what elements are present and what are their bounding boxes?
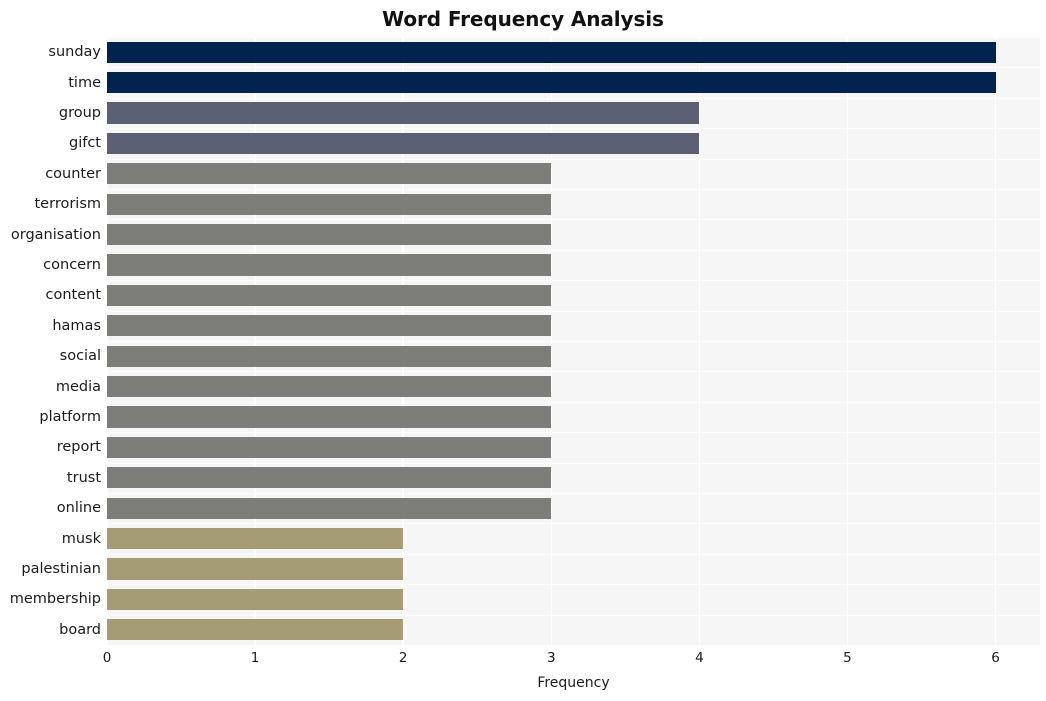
bar — [107, 102, 700, 124]
bar — [107, 558, 404, 580]
bar — [107, 436, 552, 459]
bar — [107, 527, 404, 550]
gridline-y-8 — [107, 280, 1040, 282]
bar — [107, 345, 552, 367]
y-tick-label: social — [59, 348, 101, 365]
gridline-y-16 — [107, 523, 1040, 525]
x-tick-label: 5 — [843, 650, 852, 666]
gridline-y-17 — [107, 553, 1040, 555]
bar — [107, 467, 552, 489]
bar — [107, 588, 404, 611]
y-tick-label: trust — [66, 469, 101, 486]
bar — [107, 254, 552, 276]
gridline-y-11 — [107, 371, 1040, 373]
bar — [107, 223, 552, 246]
x-tick-label: 4 — [695, 650, 704, 666]
y-tick-label: concern — [43, 257, 101, 273]
bar — [107, 71, 996, 94]
y-tick-label: report — [56, 439, 101, 456]
bar — [107, 193, 552, 215]
y-tick-label: organisation — [10, 226, 101, 243]
gridline-y-5 — [107, 189, 1040, 190]
bar — [107, 375, 552, 398]
y-tick-label: musk — [61, 530, 101, 547]
y-tick-label: group — [58, 105, 101, 121]
y-tick-label: board — [59, 621, 101, 638]
gridline-y-1 — [107, 67, 1040, 69]
y-tick-label: gifct — [69, 135, 101, 152]
x-axis-label: Frequency — [537, 675, 610, 691]
bar — [107, 284, 552, 307]
x-tick-label: 1 — [250, 650, 260, 666]
y-tick-label: online — [56, 500, 101, 517]
bar — [107, 41, 996, 63]
bar — [107, 315, 552, 337]
y-tick-label: membership — [9, 591, 101, 608]
gridline-y-9 — [107, 310, 1040, 312]
bar — [107, 497, 552, 519]
gridline-y-13 — [107, 432, 1040, 434]
gridline-y-10 — [107, 341, 1040, 342]
gridline-y-4 — [107, 158, 1040, 160]
y-tick-label: content — [45, 287, 101, 304]
y-tick-label: time — [68, 74, 101, 91]
y-tick-label: platform — [39, 409, 101, 425]
bar — [107, 406, 552, 428]
gridline-y-14 — [107, 462, 1040, 464]
y-tick-label: palestinian — [21, 561, 101, 577]
y-tick-label: hamas — [52, 317, 101, 334]
y-tick-label: terrorism — [34, 196, 102, 213]
gridline-y-12 — [107, 401, 1040, 403]
gridline-y-0 — [107, 37, 1040, 38]
y-tick-label: sunday — [48, 44, 101, 61]
chart-figure: Word Frequency Analysis sunday time group g… — [0, 0, 1046, 701]
gridline-y-15 — [107, 493, 1040, 494]
bar — [107, 163, 552, 185]
gridline-y-3 — [107, 128, 1040, 130]
plot-area — [107, 37, 1040, 645]
gridline-y-6 — [107, 219, 1040, 221]
bar — [107, 132, 700, 155]
x-tick-label: 3 — [546, 650, 556, 666]
x-tick-label: 6 — [991, 650, 1000, 666]
gridline-y-7 — [107, 249, 1040, 251]
x-tick-label: 2 — [398, 650, 408, 666]
page-title: Word Frequency Analysis — [382, 7, 664, 31]
y-tick-label: media — [55, 378, 101, 395]
gridline-y-2 — [107, 97, 1040, 99]
y-tick-label: counter — [45, 165, 101, 182]
x-tick-label: 0 — [102, 650, 112, 666]
bar — [107, 619, 404, 641]
gridline-y-19 — [107, 614, 1040, 616]
gridline-y-18 — [107, 584, 1040, 586]
